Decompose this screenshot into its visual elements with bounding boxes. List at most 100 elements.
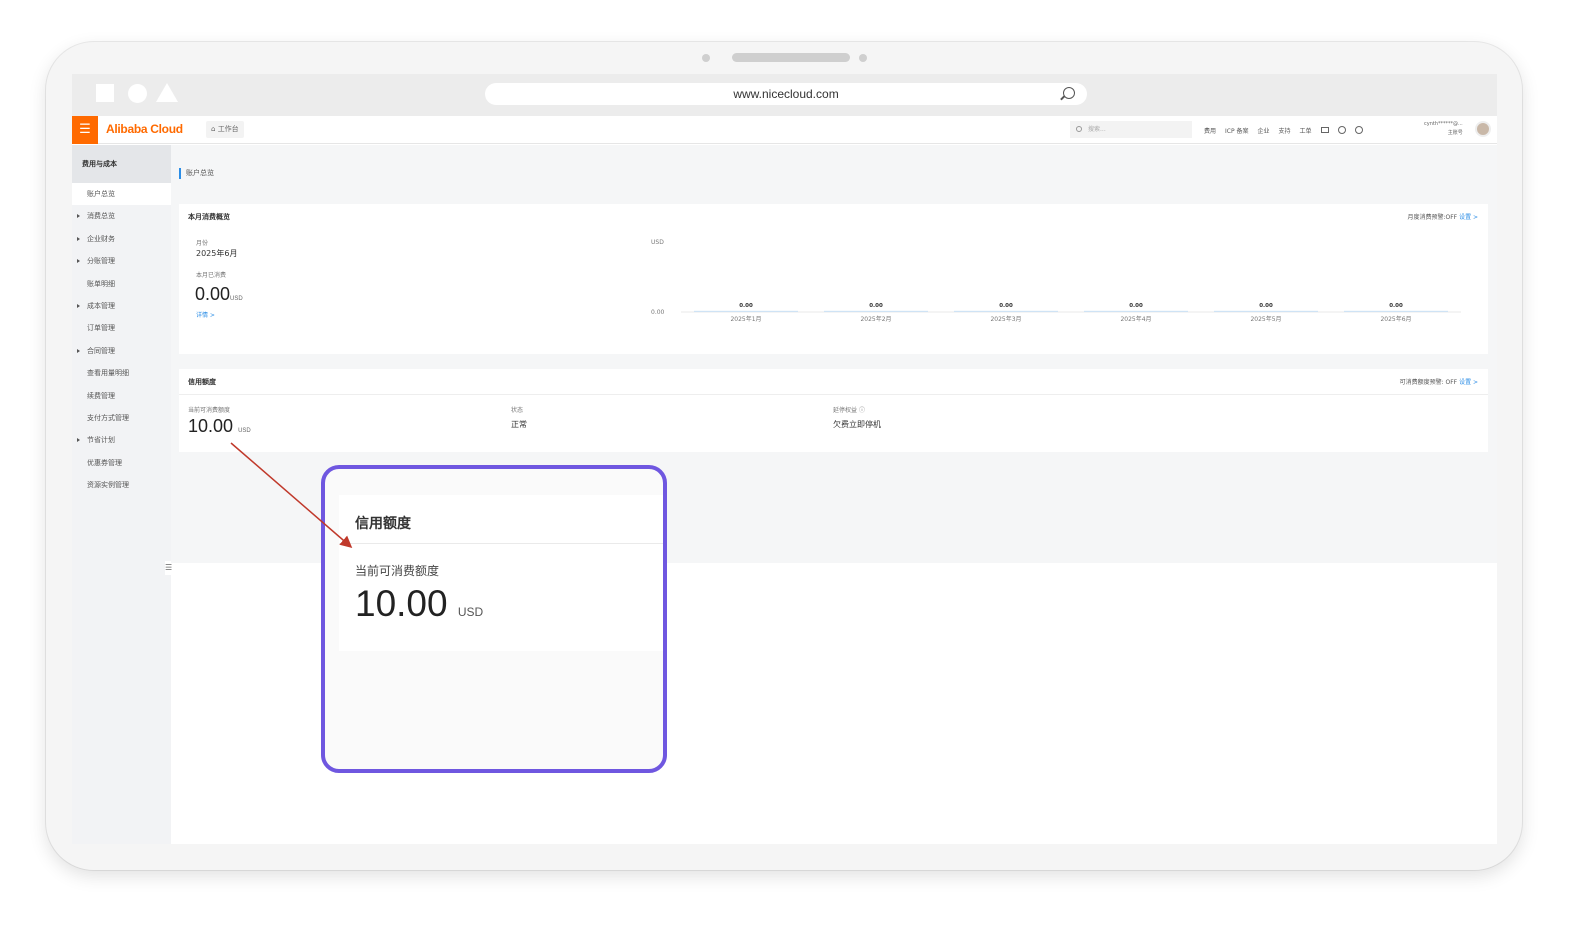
month-label: 月份 — [196, 240, 209, 247]
sidebar-item[interactable]: 合同管理 — [72, 340, 171, 362]
available-value: 10.00 — [188, 416, 234, 436]
sidebar-item-label: 账单明细 — [87, 279, 115, 288]
camera-dot — [859, 54, 867, 62]
bell-icon[interactable] — [1337, 126, 1346, 134]
credit-alert-link[interactable]: 设置 > — [1459, 379, 1478, 386]
sidebar-item[interactable]: 支付方式管理 — [72, 407, 171, 429]
bar — [694, 310, 798, 312]
sidebar-item[interactable]: 企业财务 — [72, 228, 171, 250]
sidebar-item-label: 资源实例管理 — [87, 481, 129, 490]
zoom-unit: USD — [457, 605, 484, 619]
circle-icon — [128, 84, 147, 103]
sidebar-item[interactable]: 消费总览 — [72, 205, 171, 227]
monthly-overview-card: 本月消费概览 月度消费预警:OFF 设置 > 月份 2025年6月 本月已消费 … — [179, 204, 1488, 354]
card-title: 本月消费概览 — [188, 213, 230, 221]
data-label: 0.00 — [739, 303, 753, 309]
zoom-callout: 信用额度 当前可消费额度 10.00 USD — [321, 465, 667, 773]
search-placeholder: 搜索... — [1088, 126, 1106, 133]
sidebar-item-label: 成本管理 — [87, 301, 115, 310]
x-tick-label: 2025年4月 — [1120, 315, 1151, 323]
zoom-label: 当前可消费额度 — [355, 564, 440, 578]
user-info[interactable]: cynth******@... 主账号 — [1424, 120, 1463, 138]
x-tick-label: 2025年5月 — [1250, 315, 1281, 323]
data-label: 0.00 — [999, 303, 1013, 309]
sidebar-item[interactable]: 订单管理 — [72, 317, 171, 339]
sidebar-title: 费用与成本 — [72, 145, 171, 183]
y-axis-label: USD — [651, 239, 664, 246]
divider — [179, 394, 1488, 395]
sidebar-item[interactable]: 账单明细 — [72, 273, 171, 295]
sidebar-list: 账户总览 消费总览企业财务分账管理账单明细成本管理订单管理 合同管理查看用量明细 续费… — [72, 183, 171, 496]
caret-right-icon — [77, 236, 80, 241]
data-label: 0.00 — [1259, 303, 1273, 309]
sidebar-item[interactable]: 节省计划 — [72, 429, 171, 451]
user-name: cynth******@... — [1424, 121, 1463, 127]
bar — [954, 310, 1058, 312]
logo[interactable]: Alibaba Cloud — [106, 122, 183, 136]
sidebar-item[interactable]: 成本管理 — [72, 295, 171, 317]
action-label: 延停权益 ⓘ — [833, 405, 865, 414]
bar — [1084, 310, 1188, 312]
nav-link-ticket[interactable]: 工单 — [1300, 126, 1312, 135]
caret-right-icon — [77, 303, 80, 308]
credit-alert-label: 可消费额度预警: OFF — [1399, 379, 1458, 386]
search-input[interactable]: 搜索... — [1070, 121, 1192, 138]
avatar[interactable] — [1475, 121, 1491, 137]
nav-link-billing[interactable]: 费用 — [1204, 126, 1216, 135]
workbench-button[interactable]: ⌂ 工作台 — [206, 121, 244, 138]
sidebar-item-label: 查看用量明细 — [87, 369, 129, 378]
action-label-text: 延停权益 — [833, 407, 858, 414]
x-tick-label: 2025年3月 — [990, 315, 1021, 323]
nav-link-enterprise[interactable]: 企业 — [1258, 126, 1270, 135]
divider — [339, 543, 663, 544]
sidebar-item-label: 优惠券管理 — [87, 458, 122, 467]
x-tick-label: 2025年6月 — [1380, 315, 1411, 323]
camera-dot — [702, 54, 710, 62]
sidebar-item[interactable]: 优惠券管理 — [72, 452, 171, 474]
sidebar-item[interactable]: 资源实例管理 — [72, 474, 171, 496]
data-label: 0.00 — [1389, 303, 1403, 309]
user-role: 主账号 — [1447, 130, 1463, 136]
caret-right-icon — [77, 438, 80, 443]
detail-link[interactable]: 详情 > — [196, 310, 215, 319]
url-bar[interactable]: www.nicecloud.com — [485, 83, 1087, 105]
available-amount: 10.00 USD — [188, 416, 251, 437]
search-icon[interactable] — [1063, 87, 1075, 99]
nav-link-support[interactable]: 支持 — [1279, 126, 1291, 135]
sidebar-item-label: 续费管理 — [87, 391, 115, 400]
spent-label: 本月已消费 — [196, 272, 227, 279]
screen: www.nicecloud.com ☰ Alibaba Cloud ⌂ 工作台 … — [72, 74, 1497, 844]
menu-icon[interactable]: ☰ — [72, 116, 98, 144]
x-tick-label: 2025年1月 — [730, 315, 761, 323]
sidebar-toggle[interactable]: ☰ — [165, 561, 173, 575]
monthly-alert-link[interactable]: 设置 > — [1459, 214, 1478, 221]
help-icon[interactable]: ⓘ — [859, 407, 865, 414]
spent-value: 0.00 — [195, 284, 231, 304]
sidebar-item[interactable]: 账户总览 — [72, 183, 171, 206]
browser-bar: www.nicecloud.com — [72, 74, 1497, 116]
spent-unit: USD — [230, 296, 243, 302]
monthly-alert-label: 月度消费预警:OFF — [1407, 214, 1458, 221]
sidebar-item[interactable]: 分账管理 — [72, 250, 171, 272]
card-title: 信用额度 — [188, 378, 216, 386]
help-icon[interactable] — [1354, 126, 1363, 134]
sidebar-item[interactable]: 查看用量明细 — [72, 362, 171, 384]
home-icon: ⌂ — [211, 125, 216, 133]
sidebar-item-label: 企业财务 — [87, 234, 115, 243]
sidebar-item-label: 分账管理 — [87, 257, 115, 266]
data-label: 0.00 — [869, 303, 883, 309]
triangle-icon — [156, 83, 178, 102]
device-frame: www.nicecloud.com ☰ Alibaba Cloud ⌂ 工作台 … — [46, 42, 1522, 870]
nav-link-icp[interactable]: ICP 备案 — [1225, 126, 1249, 135]
month-value: 2025年6月 — [196, 249, 238, 258]
sidebar: 费用与成本 账户总览 消费总览企业财务分账管理账单明细成本管理订单管理 合同管理查看… — [72, 145, 173, 844]
monthly-chart: USD 0.00 0.00 2025年1月 0.00 2025年2月 0.00 2025年3月… — [651, 239, 1461, 323]
caret-right-icon — [77, 259, 80, 264]
zoom-value: 10.00 — [355, 583, 448, 624]
nav-links: 费用 ICP 备案 企业 支持 工单 — [1204, 116, 1363, 144]
credit-card: 信用额度 可消费额度预警: OFF 设置 > 当前可消费额度 10.00 USD… — [179, 369, 1488, 452]
mail-icon[interactable] — [1320, 127, 1329, 133]
sidebar-item[interactable]: 续费管理 — [72, 385, 171, 407]
url-text: www.nicecloud.com — [733, 87, 839, 101]
sidebar-item-label: 节省计划 — [87, 436, 115, 445]
